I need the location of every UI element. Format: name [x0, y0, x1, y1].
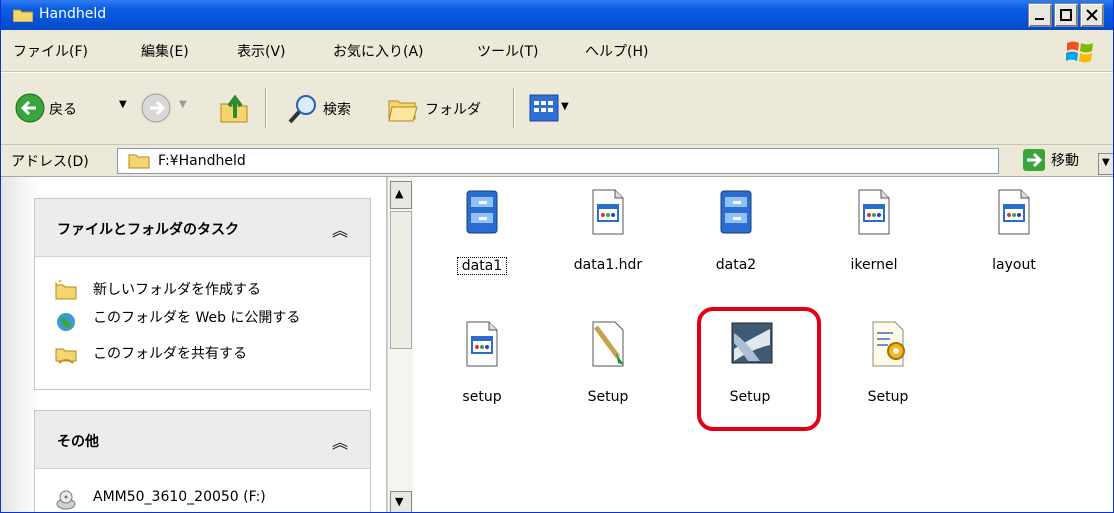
down-arrow-icon: ▼ [395, 495, 404, 508]
file-item-data2[interactable]: data2 [681, 187, 791, 307]
file-label: data1.hdr [573, 257, 643, 273]
menu-file[interactable]: ファイル(F) [13, 41, 88, 61]
file-item-setup-ini[interactable]: setup [427, 319, 537, 439]
menu-tools[interactable]: ツール(T) [477, 41, 538, 61]
close-button[interactable] [1080, 3, 1104, 27]
window-title: Handheld [39, 6, 107, 22]
task-label[interactable]: このフォルダを共有する [93, 343, 247, 363]
panel-title: その他 [57, 434, 99, 450]
menu-bar: ファイル(F) 編集(E) 表示(V) お気に入り(A) ツール(T) ヘルプ(… [1, 30, 1113, 72]
address-input[interactable]: F:¥Handheld ▼ [117, 148, 1113, 175]
forward-dropdown-icon[interactable]: ▼ [179, 99, 187, 110]
scroll-thumb[interactable] [390, 211, 412, 349]
menu-help[interactable]: ヘルプ(H) [585, 41, 648, 61]
file-label: ikernel [850, 257, 898, 273]
file-item-data1-hdr[interactable]: data1.hdr [553, 187, 663, 307]
task-label[interactable]: このフォルダを Web に公開する [93, 311, 353, 325]
address-value: F:¥Handheld [158, 153, 246, 169]
window-file-icon [592, 189, 624, 235]
file-item-data1[interactable]: data1 [427, 187, 537, 307]
file-item-setup-config[interactable]: Setup [833, 319, 943, 439]
windows-logo-icon [1066, 41, 1093, 63]
maximize-button[interactable] [1054, 3, 1078, 27]
window-file-icon [466, 321, 498, 367]
file-folder-tasks-panel: ファイルとフォルダのタスク ︽ 新しいフォルダを作成する このフォルダを Web… [34, 198, 371, 390]
menu-view[interactable]: 表示(V) [237, 41, 286, 61]
up-arrow-icon: ▲ [395, 187, 404, 200]
config-file-icon [872, 321, 905, 367]
folders-icon[interactable] [387, 93, 419, 123]
back-dropdown-icon[interactable]: ▼ [119, 99, 127, 110]
cab-icon [466, 190, 498, 234]
address-label: アドレス(D) [11, 154, 89, 170]
back-button-label[interactable]: 戻る [49, 99, 77, 119]
file-item-ikernel[interactable]: ikernel [819, 187, 929, 307]
globe-icon [57, 313, 75, 331]
new-folder-icon [55, 279, 77, 300]
task-pane: ファイルとフォルダのタスク ︽ 新しいフォルダを作成する このフォルダを Web… [1, 177, 387, 512]
menu-edit[interactable]: 編集(E) [141, 41, 189, 61]
search-button-label[interactable]: 検索 [323, 99, 351, 119]
minimize-icon [1035, 18, 1044, 20]
go-arrow-icon[interactable] [1023, 149, 1045, 171]
up-folder-icon[interactable] [219, 92, 251, 124]
share-folder-icon [55, 348, 77, 364]
menu-favorites[interactable]: お気に入り(A) [333, 41, 424, 61]
minimize-button[interactable] [1028, 3, 1052, 27]
file-label: layout [992, 257, 1036, 273]
collapse-chevron-icon[interactable]: ︽ [332, 429, 348, 453]
collapse-chevron-icon[interactable]: ︽ [332, 217, 348, 241]
folder-icon [128, 154, 150, 169]
file-label: Setup [587, 389, 629, 405]
folder-icon [13, 9, 33, 22]
scroll-down-button[interactable]: ▼ [390, 491, 412, 512]
folders-button-label[interactable]: フォルダ [425, 99, 481, 119]
address-dropdown-button[interactable]: ▼ [1098, 153, 1113, 175]
go-button-label[interactable]: 移動 [1051, 150, 1079, 170]
file-label: data1 [457, 257, 507, 275]
panel-header[interactable]: その他 ︽ [35, 411, 370, 469]
toolbar-separator [265, 88, 267, 128]
panel-title: ファイルとフォルダのタスク [57, 222, 239, 238]
highlight-box [697, 307, 821, 431]
chevron-down-icon: ▼ [1102, 157, 1110, 168]
maximize-icon [1060, 9, 1072, 21]
views-icon[interactable] [529, 94, 559, 122]
close-icon [1086, 9, 1098, 21]
views-dropdown-icon[interactable]: ▼ [561, 101, 569, 112]
paint-file-icon [592, 321, 624, 367]
cd-drive-icon [56, 490, 76, 510]
search-icon[interactable] [287, 93, 319, 125]
file-label: setup [462, 389, 502, 405]
back-arrow-icon[interactable] [15, 93, 45, 123]
vertical-scrollbar[interactable]: ▲ ▼ [387, 177, 413, 512]
file-item-setup-bmp[interactable]: Setup [553, 319, 663, 439]
panel-header[interactable]: ファイルとフォルダのタスク ︽ [35, 199, 370, 257]
file-item-layout[interactable]: layout [959, 187, 1069, 307]
cab-icon [720, 190, 752, 234]
address-bar: アドレス(D) F:¥Handheld ▼ [1, 145, 1113, 177]
file-label: data2 [715, 257, 757, 273]
window-file-icon [998, 189, 1030, 235]
other-places-panel: その他 ︽ AMM50_3610_20050 (F:) [34, 410, 371, 512]
task-label[interactable]: 新しいフォルダを作成する [93, 279, 261, 299]
other-item-label[interactable]: AMM50_3610_20050 (F:) [93, 489, 266, 505]
file-label: Setup [867, 389, 909, 405]
window-file-icon [858, 189, 890, 235]
explorer-window: Handheld ファイル(F) 編集(E) 表示(V) お気に入り(A) ツー… [0, 0, 1114, 513]
toolbar-separator [513, 88, 515, 128]
forward-arrow-icon[interactable] [141, 93, 171, 123]
title-bar[interactable]: Handheld [1, 0, 1113, 30]
scroll-up-button[interactable]: ▲ [390, 181, 412, 209]
